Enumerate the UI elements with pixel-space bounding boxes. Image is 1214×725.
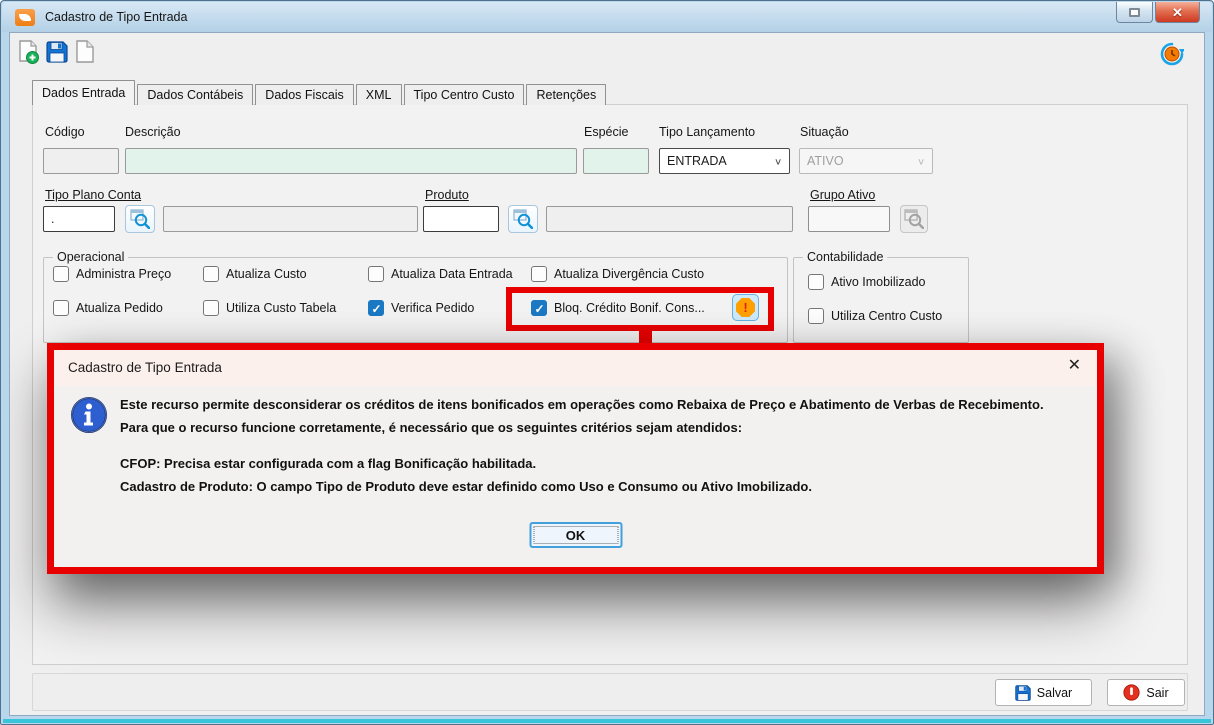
- tab-dados-entrada[interactable]: Dados Entrada: [32, 80, 135, 105]
- checkbox-atualiza-pedido[interactable]: Atualiza Pedido: [53, 299, 163, 317]
- titlebar: Cadastro de Tipo Entrada ✕: [2, 2, 1212, 32]
- tab-dados-contabeis[interactable]: Dados Contábeis: [137, 84, 253, 105]
- checkbox-verifica-pedido[interactable]: Verifica Pedido: [368, 299, 474, 317]
- new-record-button[interactable]: [16, 39, 42, 65]
- checkbox-icon[interactable]: [808, 308, 824, 324]
- checkbox-icon[interactable]: [203, 266, 219, 282]
- sair-button[interactable]: Sair: [1107, 679, 1185, 706]
- checkbox-icon[interactable]: [368, 266, 384, 282]
- grupo-ativo-input[interactable]: [808, 206, 890, 232]
- sair-label: Sair: [1146, 686, 1168, 700]
- dialog-title: Cadastro de Tipo Entrada: [68, 360, 222, 375]
- grupo-ativo-link[interactable]: Grupo Ativo: [810, 188, 875, 202]
- tab-bar: Dados Entrada Dados Contábeis Dados Fisc…: [32, 80, 608, 105]
- search-icon: [130, 209, 150, 229]
- dialog-text-line: CFOP: Precisa estar configurada com a fl…: [120, 456, 536, 471]
- save-icon: [1015, 685, 1031, 701]
- tab-xml[interactable]: XML: [356, 84, 402, 105]
- dialog-body: Este recurso permite desconsiderar os cr…: [54, 386, 1097, 567]
- search-icon-disabled: [904, 209, 924, 229]
- tipo-plano-conta-desc-input: [163, 206, 418, 232]
- info-icon: [70, 396, 108, 434]
- checkbox-icon[interactable]: [368, 300, 384, 316]
- codigo-input[interactable]: [43, 148, 119, 174]
- blank-document-icon: [75, 40, 95, 64]
- codigo-label: Código: [45, 125, 85, 139]
- tipo-lancamento-select[interactable]: ENTRADA ∨: [659, 148, 790, 174]
- tipo-plano-conta-search-button[interactable]: [125, 205, 155, 233]
- chevron-down-icon: ∨: [917, 156, 925, 166]
- bloq-credito-info-button[interactable]: !: [732, 294, 759, 321]
- salvar-label: Salvar: [1037, 686, 1072, 700]
- checkbox-icon[interactable]: [53, 300, 69, 316]
- produto-input[interactable]: [423, 206, 499, 232]
- produto-search-button[interactable]: [508, 205, 538, 233]
- dialog-text-line: Este recurso permite desconsiderar os cr…: [120, 397, 1044, 412]
- close-button[interactable]: ✕: [1155, 2, 1200, 23]
- checkbox-utiliza-custo-tabela[interactable]: Utiliza Custo Tabela: [203, 299, 336, 317]
- history-button[interactable]: [1160, 42, 1184, 66]
- especie-label: Espécie: [584, 125, 628, 139]
- warning-icon: !: [736, 298, 755, 317]
- contabilidade-title: Contabilidade: [803, 250, 887, 264]
- tipo-lancamento-label: Tipo Lançamento: [659, 125, 755, 139]
- tab-dados-fiscais[interactable]: Dados Fiscais: [255, 84, 354, 105]
- tipo-plano-conta-link[interactable]: Tipo Plano Conta: [45, 188, 141, 202]
- dialog-close-icon[interactable]: ✕: [1068, 358, 1081, 374]
- message-dialog: Cadastro de Tipo Entrada ✕ Este recurso …: [47, 343, 1104, 574]
- window-title: Cadastro de Tipo Entrada: [45, 10, 187, 24]
- focus-outline: [533, 526, 618, 544]
- checkbox-icon[interactable]: [203, 300, 219, 316]
- close-icon: ✕: [1172, 6, 1183, 19]
- chevron-down-icon: ∨: [774, 156, 782, 166]
- checkbox-utiliza-centro-custo[interactable]: Utiliza Centro Custo: [808, 307, 942, 325]
- dialog-header: Cadastro de Tipo Entrada ✕: [54, 350, 1097, 386]
- grupo-ativo-search-button: [900, 205, 928, 233]
- checkbox-atualiza-data-entrada[interactable]: Atualiza Data Entrada: [368, 265, 513, 283]
- dialog-text-line: Para que o recurso funcione corretamente…: [120, 420, 742, 435]
- checkbox-administra-preco[interactable]: Administra Preço: [53, 265, 171, 283]
- checkbox-icon[interactable]: [53, 266, 69, 282]
- contabilidade-groupbox: Contabilidade: [793, 257, 969, 343]
- checkbox-icon[interactable]: [531, 266, 547, 282]
- checkbox-atualiza-divergencia-custo[interactable]: Atualiza Divergência Custo: [531, 265, 704, 283]
- app-window: Cadastro de Tipo Entrada ✕: [0, 0, 1214, 725]
- checkbox-ativo-imobilizado[interactable]: Ativo Imobilizado: [808, 273, 926, 291]
- restore-icon: [1129, 8, 1140, 17]
- exit-icon: [1123, 684, 1140, 701]
- client-area: Dados Entrada Dados Contábeis Dados Fisc…: [9, 32, 1205, 716]
- checkbox-atualiza-custo[interactable]: Atualiza Custo: [203, 265, 307, 283]
- new-record-icon: [18, 40, 40, 64]
- tipo-lancamento-value: ENTRADA: [667, 154, 727, 168]
- especie-input[interactable]: [583, 148, 649, 174]
- ok-button[interactable]: OK: [529, 522, 622, 548]
- dialog-text-line: Cadastro de Produto: O campo Tipo de Pro…: [120, 479, 812, 494]
- tab-tipo-centro-custo[interactable]: Tipo Centro Custo: [404, 84, 525, 105]
- app-logo-icon: [15, 9, 35, 26]
- minimize-button[interactable]: [1116, 2, 1153, 23]
- descricao-input[interactable]: [125, 148, 577, 174]
- situacao-select: ATIVO ∨: [799, 148, 933, 174]
- search-icon: [513, 209, 533, 229]
- produto-link[interactable]: Produto: [425, 188, 469, 202]
- tipo-plano-conta-input[interactable]: [43, 206, 115, 232]
- tab-retencoes[interactable]: Retenções: [526, 84, 606, 105]
- produto-desc-input: [546, 206, 793, 232]
- save-icon: [46, 41, 68, 63]
- history-icon: [1160, 42, 1184, 66]
- checkbox-bloq-credito-bonif[interactable]: Bloq. Crédito Bonif. Cons...: [531, 299, 705, 317]
- situacao-value: ATIVO: [807, 154, 844, 168]
- salvar-button[interactable]: Salvar: [995, 679, 1092, 706]
- situacao-label: Situação: [800, 125, 849, 139]
- save-button[interactable]: [44, 39, 70, 65]
- operacional-title: Operacional: [53, 250, 128, 264]
- descricao-label: Descrição: [125, 125, 181, 139]
- blank-document-button[interactable]: [72, 39, 98, 65]
- checkbox-icon[interactable]: [531, 300, 547, 316]
- checkbox-icon[interactable]: [808, 274, 824, 290]
